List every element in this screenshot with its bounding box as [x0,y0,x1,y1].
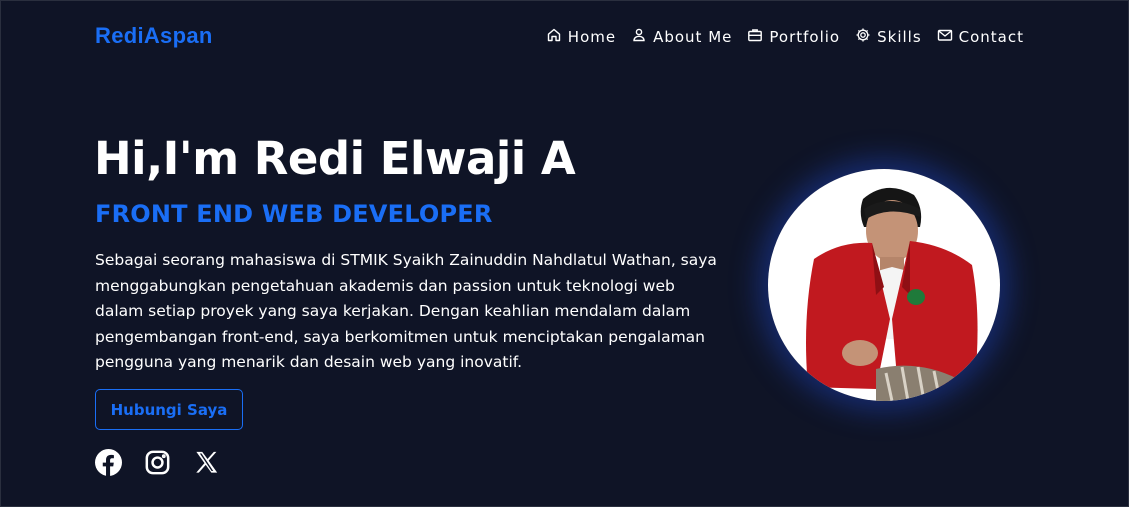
hero-title: Hi,I'm Redi Elwaji A [94,132,576,185]
social-links [95,449,220,476]
nav-item-label: Portfolio [769,28,841,46]
nav-item-home[interactable]: Home [546,27,616,47]
navbar: RediAspan Home About Me Portfolio Skills… [1,1,1128,73]
hero-role: FRONT END WEB DEVELOPER [95,200,493,228]
page: RediAspan Home About Me Portfolio Skills… [0,0,1129,507]
nav-item-label: Skills [877,28,922,46]
hero-description: Sebagai seorang mahasiswa di STMIK Syaik… [95,251,717,371]
briefcase-icon [747,27,763,47]
envelope-icon [937,27,953,47]
nav-item-contact[interactable]: Contact [937,27,1024,47]
facebook-link[interactable] [95,449,122,476]
x-twitter-link[interactable] [193,449,220,476]
home-icon [546,27,562,47]
instagram-link[interactable] [144,449,171,476]
nav-item-about-me[interactable]: About Me [631,27,732,47]
user-icon [631,27,647,47]
nav-menu: Home About Me Portfolio Skills Contact [546,27,1024,47]
gear-icon [855,27,871,47]
facebook-icon [95,449,122,480]
x-twitter-icon [193,451,220,480]
instagram-icon [144,450,171,480]
nav-item-skills[interactable]: Skills [855,27,922,47]
contact-me-button[interactable]: Hubungi Saya [95,389,243,430]
nav-item-label: About Me [653,28,733,46]
nav-item-portfolio[interactable]: Portfolio [747,27,840,47]
nav-item-label: Home [567,28,617,46]
brand-logo[interactable]: RediAspan [95,23,213,49]
profile-photo [768,169,1000,401]
nav-item-label: Contact [958,28,1024,46]
